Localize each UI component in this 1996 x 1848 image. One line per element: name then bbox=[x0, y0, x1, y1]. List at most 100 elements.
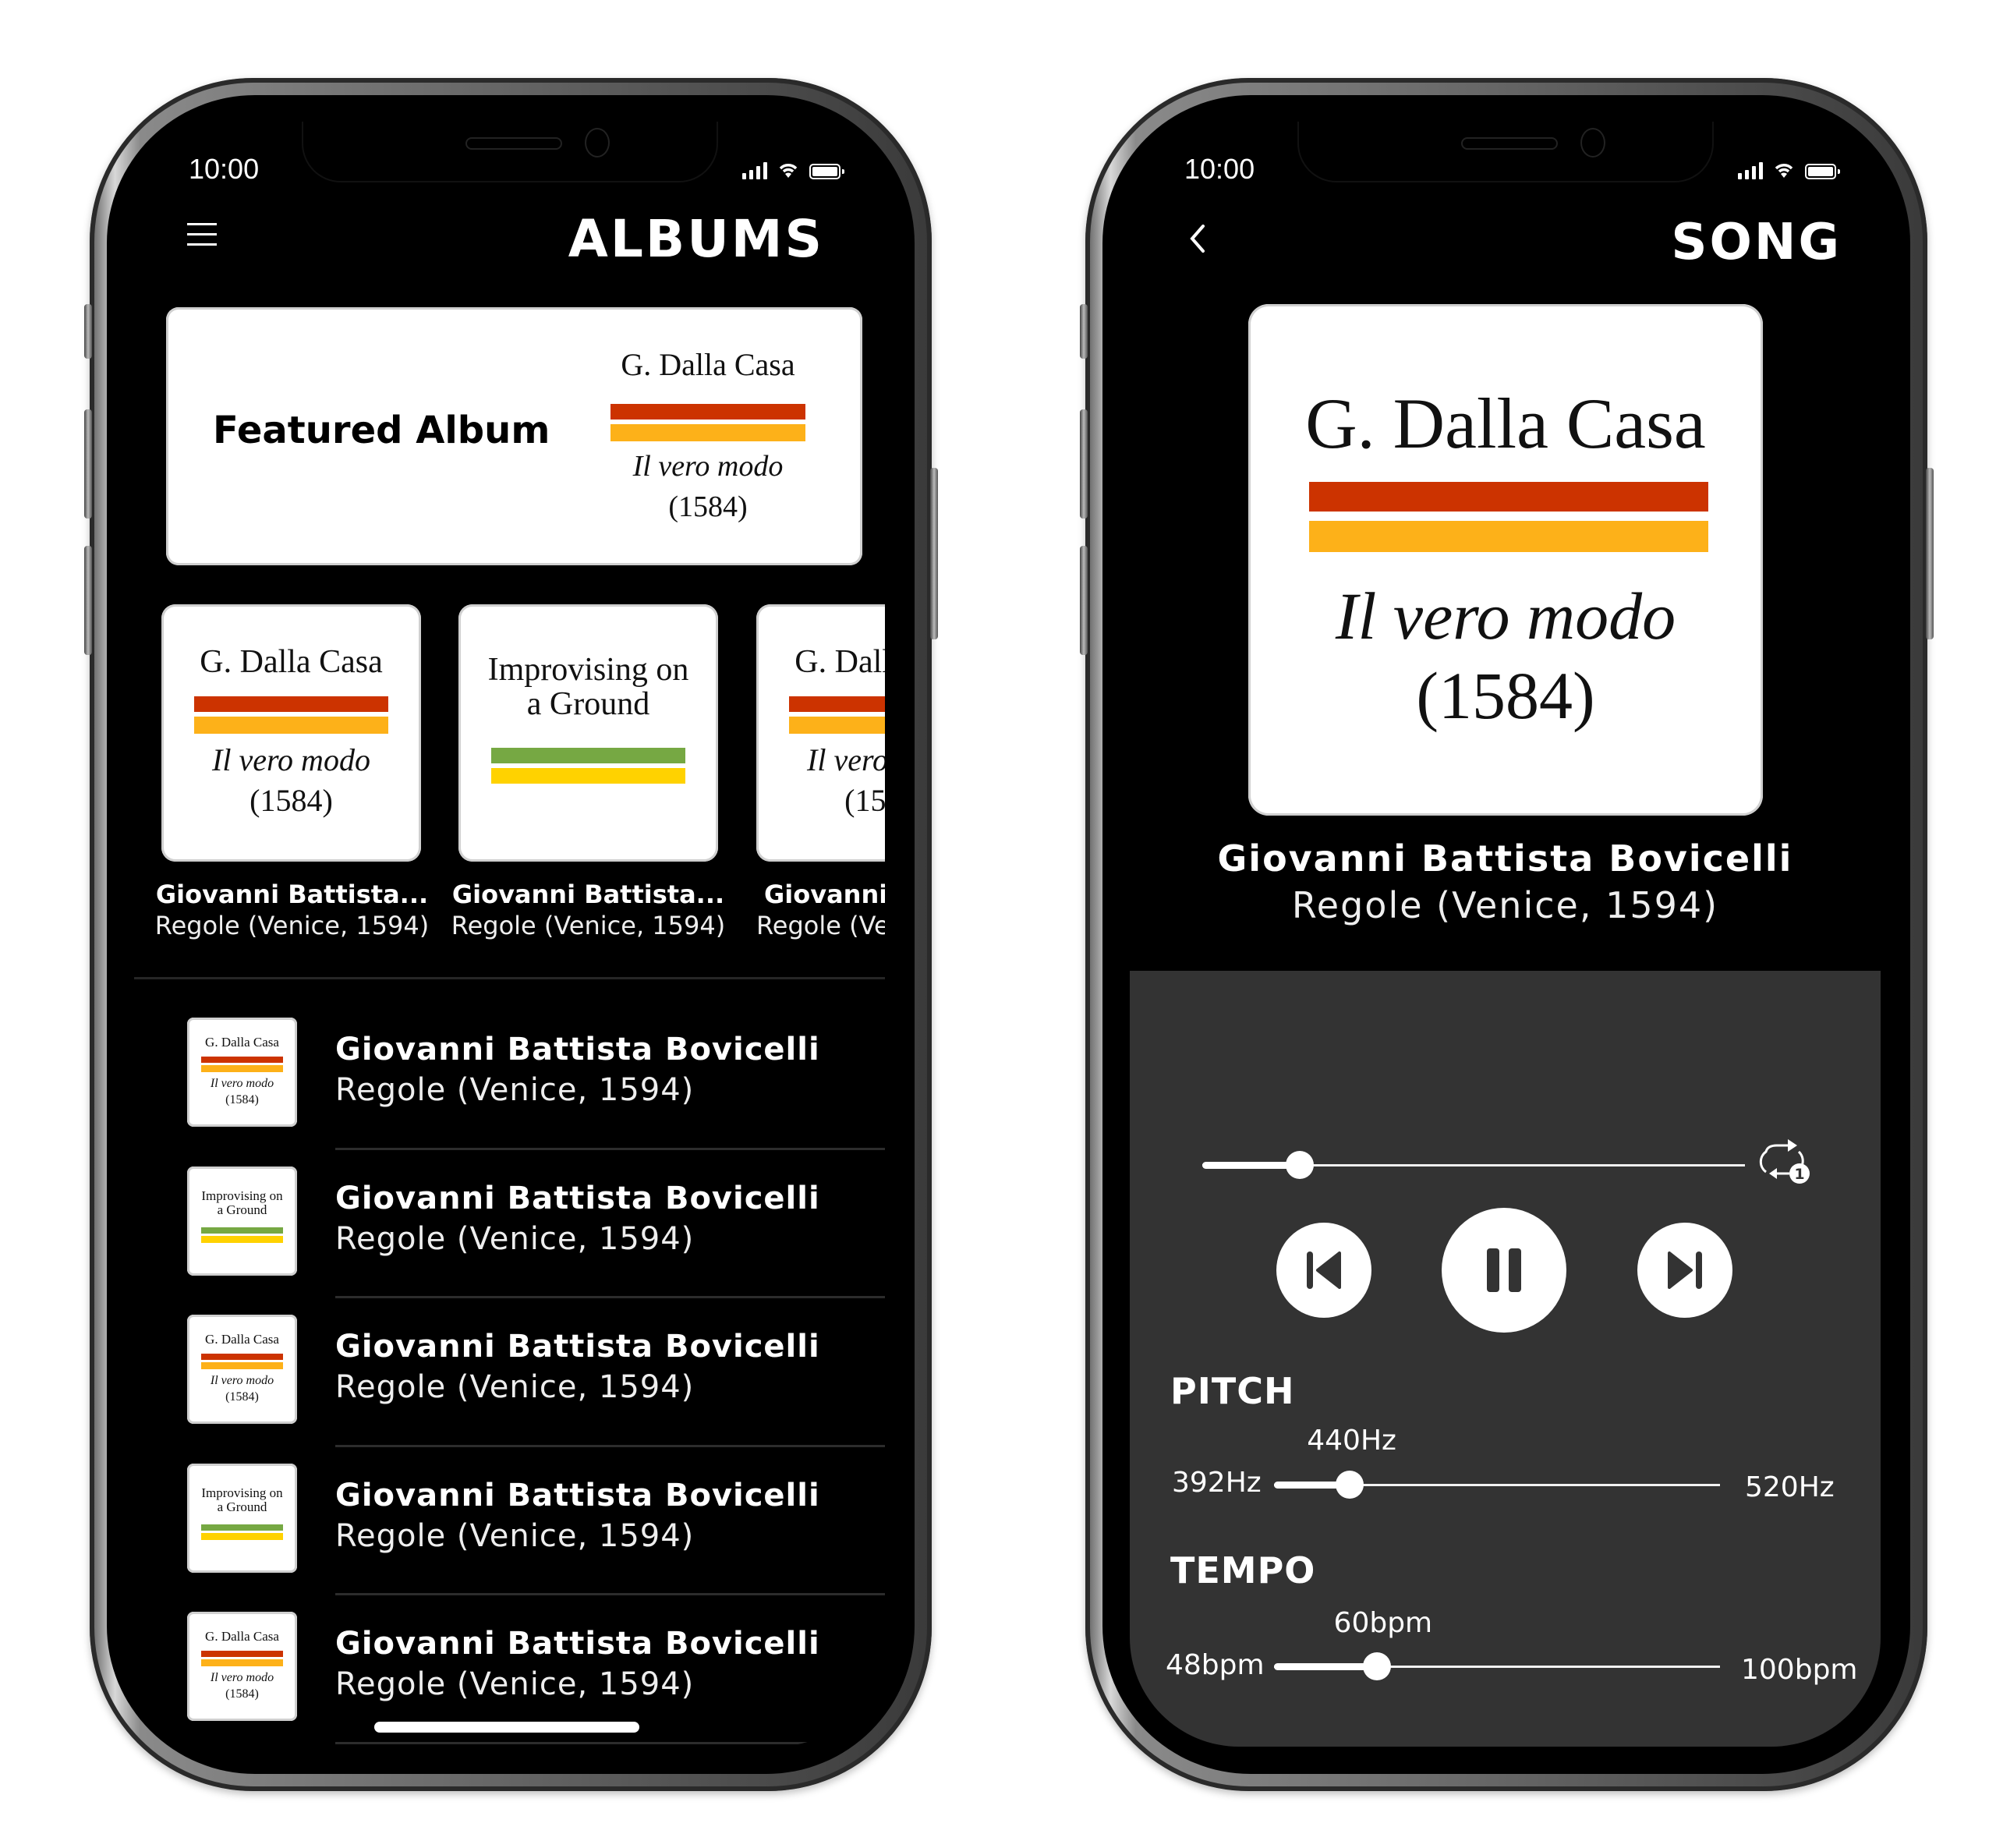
list-item-title[interactable]: Giovanni Battista Bovicelli bbox=[335, 1032, 820, 1067]
art-line1: G. Dalla Casa bbox=[621, 347, 795, 382]
tempo-slider-thumb[interactable] bbox=[1362, 1652, 1391, 1680]
art-bar-orange bbox=[789, 717, 885, 734]
art-subtitle: Il vero modo bbox=[807, 742, 885, 777]
front-camera bbox=[585, 128, 610, 158]
art-subtitle: Il vero modo bbox=[210, 1077, 274, 1090]
art-line2: a Ground bbox=[217, 1202, 267, 1217]
carousel-card-2[interactable]: Improvising on a Ground bbox=[458, 604, 718, 862]
art-line1: G. Dalla Casa bbox=[205, 1629, 279, 1644]
art-bar-red bbox=[201, 1651, 283, 1657]
list-item-thumbnail[interactable]: G. Dalla Casa Il vero modo (1584) bbox=[187, 1315, 297, 1424]
art-bar-orange bbox=[610, 424, 805, 441]
art-bar-red bbox=[789, 696, 885, 712]
repeat-one-icon[interactable]: 1 bbox=[1754, 1136, 1816, 1191]
skip-next-button[interactable] bbox=[1637, 1223, 1732, 1318]
status-time: 10:00 bbox=[189, 153, 260, 185]
art-bar-orange bbox=[201, 1659, 283, 1666]
carousel-card-1-subtitle: Regole (Venice, 1594) bbox=[154, 911, 430, 940]
list-separator bbox=[335, 1741, 885, 1744]
carousel-card-3-title: Giovanni Battista... bbox=[764, 880, 885, 909]
art-bar-green bbox=[201, 1227, 283, 1234]
phone-volume-up-button bbox=[84, 409, 92, 519]
page-title: ALBUMS bbox=[568, 209, 824, 269]
phone-power-button bbox=[1926, 468, 1934, 639]
list-item-thumbnail[interactable]: Improvising on a Ground bbox=[187, 1166, 297, 1276]
tempo-value-label: 60bpm bbox=[1333, 1607, 1433, 1639]
battery-icon bbox=[809, 164, 844, 179]
skip-previous-button[interactable] bbox=[1276, 1223, 1371, 1318]
featured-album-art: G. Dalla Casa Il vero modo (1584) bbox=[603, 346, 813, 533]
pitch-slider-thumb[interactable] bbox=[1336, 1471, 1364, 1499]
art-line1: G. Dalla Casa bbox=[205, 1035, 279, 1050]
status-icons bbox=[1738, 161, 1840, 179]
cellular-signal-icon bbox=[742, 162, 767, 179]
art-bar-green bbox=[491, 748, 685, 763]
art-subtitle: Il vero modo bbox=[632, 450, 784, 483]
art-year: (1584) bbox=[250, 783, 333, 818]
art-bar-orange bbox=[201, 1065, 283, 1072]
art-bar-yellow bbox=[201, 1532, 283, 1540]
cellular-signal-icon bbox=[1738, 162, 1763, 179]
pitch-label: PITCH bbox=[1170, 1370, 1295, 1412]
art-year: (1584) bbox=[668, 490, 748, 523]
phone-volume-up-button bbox=[1080, 409, 1088, 519]
list-separator bbox=[335, 1593, 885, 1595]
repeat-badge: 1 bbox=[1794, 1166, 1804, 1183]
list-item-title[interactable]: Giovanni Battista Bovicelli bbox=[335, 1329, 820, 1365]
tempo-min-label: 48bpm bbox=[1166, 1649, 1265, 1681]
art-bar-orange bbox=[1309, 521, 1708, 552]
skip-previous-icon bbox=[1307, 1251, 1341, 1289]
player-controls-panel: 1 PITCH 440Hz 392Hz 520Hz TEMPO 60bpm 48… bbox=[1130, 971, 1881, 1747]
list-item-subtitle: Regole (Venice, 1594) bbox=[335, 1220, 695, 1257]
list-separator bbox=[335, 1147, 885, 1150]
featured-album-card[interactable]: Featured Album G. Dalla Casa Il vero mod… bbox=[166, 307, 862, 565]
pitch-min-label: 392Hz bbox=[1172, 1467, 1262, 1499]
list-item-subtitle: Regole (Venice, 1594) bbox=[335, 1072, 695, 1108]
home-indicator[interactable] bbox=[374, 1722, 639, 1733]
art-year: (1584) bbox=[1416, 658, 1595, 733]
list-item-title[interactable]: Giovanni Battista Bovicelli bbox=[335, 1626, 820, 1662]
skip-next-icon bbox=[1668, 1251, 1702, 1289]
front-camera bbox=[1580, 128, 1605, 158]
art-subtitle: Il vero modo bbox=[1335, 579, 1676, 653]
list-item-subtitle: Regole (Venice, 1594) bbox=[335, 1369, 695, 1405]
carousel-card-1[interactable]: G. Dalla Casa Il vero modo (1584) bbox=[161, 604, 421, 862]
notch bbox=[1297, 122, 1714, 182]
phone-volume-down-button bbox=[84, 546, 92, 655]
track-subtitle: Regole (Venice, 1594) bbox=[1291, 884, 1719, 926]
art-bar-yellow bbox=[491, 768, 685, 784]
track-title: Giovanni Battista Bovicelli bbox=[1217, 837, 1793, 880]
section-divider bbox=[134, 977, 885, 979]
tempo-max-label: 100bpm bbox=[1741, 1654, 1858, 1686]
phone-power-button bbox=[930, 468, 938, 639]
phone-silent-switch bbox=[84, 304, 92, 359]
art-line1: G. Dalla Casa bbox=[205, 1332, 279, 1347]
phone-silent-switch bbox=[1080, 304, 1088, 359]
art-line1: G. Dalla Casa bbox=[200, 644, 383, 680]
art-year: (1584) bbox=[225, 1687, 259, 1701]
list-separator bbox=[335, 1296, 885, 1298]
list-item-title[interactable]: Giovanni Battista Bovicelli bbox=[335, 1478, 820, 1513]
hamburger-menu-icon[interactable] bbox=[187, 223, 217, 246]
chevron-left-icon[interactable] bbox=[1187, 223, 1206, 254]
art-bar-yellow bbox=[201, 1235, 283, 1243]
notch bbox=[302, 122, 718, 182]
albums-screen: 10:00 ALBUMS Featured Album G. Dalla Cas… bbox=[134, 122, 885, 1747]
pause-button[interactable] bbox=[1442, 1208, 1566, 1333]
list-item-thumbnail[interactable]: Improvising on a Ground bbox=[187, 1463, 297, 1573]
art-line2: a Ground bbox=[526, 686, 650, 722]
carousel-card-2-title: Giovanni Battista... bbox=[451, 880, 725, 909]
list-item-thumbnail[interactable]: G. Dalla Casa Il vero modo (1584) bbox=[187, 1612, 297, 1721]
art-subtitle: Il vero modo bbox=[212, 742, 370, 777]
carousel-card-2-subtitle: Regole (Venice, 1594) bbox=[451, 911, 726, 940]
list-item-thumbnail[interactable]: G. Dalla Casa Il vero modo (1584) bbox=[187, 1018, 297, 1127]
tempo-label: TEMPO bbox=[1170, 1549, 1316, 1591]
art-subtitle: Il vero modo bbox=[210, 1671, 274, 1684]
progress-thumb[interactable] bbox=[1286, 1151, 1315, 1179]
featured-album-label: Featured Album bbox=[213, 409, 550, 452]
art-line1: Improvising on bbox=[201, 1188, 283, 1203]
carousel-card-3[interactable]: G. Dalla Casa Il vero modo (1584) bbox=[756, 604, 885, 862]
art-bar-red bbox=[1309, 482, 1708, 512]
tempo-slider-fill bbox=[1274, 1663, 1377, 1670]
list-item-title[interactable]: Giovanni Battista Bovicelli bbox=[335, 1181, 820, 1216]
